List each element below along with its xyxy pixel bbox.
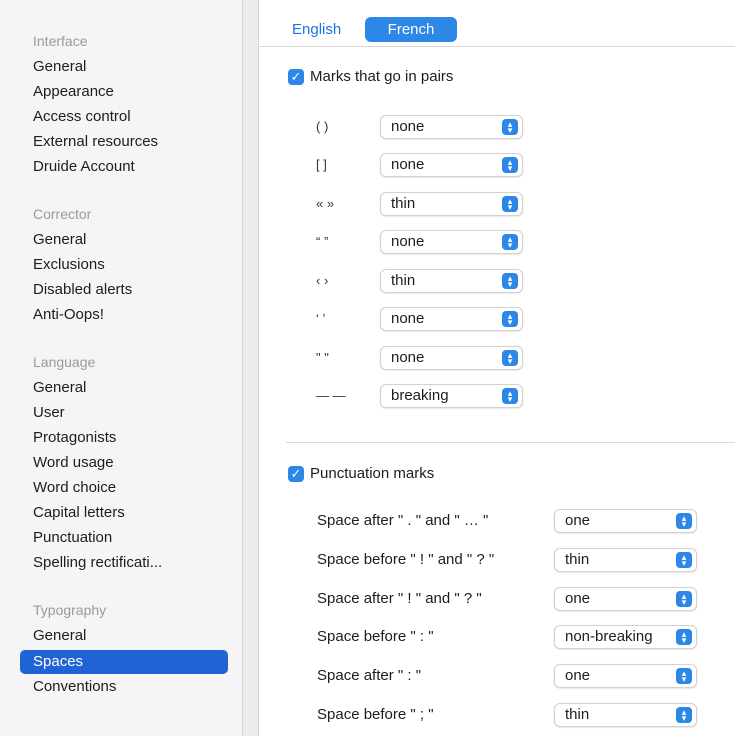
pair-select-dashes[interactable]: breaking ▴ ▾ <box>380 384 523 408</box>
punct-select-before-semicolon[interactable]: thin ▴ ▾ <box>554 703 697 727</box>
up-down-chevron-icon: ▴ ▾ <box>676 707 692 723</box>
pairs-checkbox[interactable]: ✓ <box>288 69 304 85</box>
up-down-chevron-icon: ▴ ▾ <box>502 119 518 135</box>
punctuation-checkbox-label: Punctuation marks <box>310 465 435 482</box>
up-down-chevron-icon: ▴ ▾ <box>502 196 518 212</box>
pair-mark-label: " " <box>316 350 329 365</box>
pair-mark-label: — — <box>316 388 346 403</box>
sidebar-item-appearance[interactable]: Appearance <box>20 80 228 104</box>
sidebar-item-anti-oops[interactable]: Anti-Oops! <box>20 303 228 327</box>
sidebar: Interface General Appearance Access cont… <box>0 0 242 736</box>
select-value: one <box>565 590 591 607</box>
pair-select-single-quotes[interactable]: none ▴ ▾ <box>380 307 523 331</box>
sidebar-item-word-choice[interactable]: Word choice <box>20 476 228 500</box>
pair-mark-label: ( ) <box>316 119 329 134</box>
punct-select-after-period[interactable]: one ▴ ▾ <box>554 509 697 533</box>
sidebar-item-typography-general[interactable]: General <box>20 624 228 648</box>
select-value: none <box>391 349 425 366</box>
punct-row-label: Space before " : " <box>317 628 434 645</box>
up-down-chevron-icon: ▴ ▾ <box>676 629 692 645</box>
punct-row-label: Space after " ! " and " ? " <box>317 590 482 607</box>
pair-mark-label: ‹ › <box>316 273 329 288</box>
sidebar-item-spaces[interactable]: Spaces <box>20 650 228 674</box>
sidebar-item-access-control[interactable]: Access control <box>20 105 228 129</box>
select-value: thin <box>565 551 590 568</box>
pairs-checkbox-label: Marks that go in pairs <box>310 68 454 85</box>
up-down-chevron-icon: ▴ ▾ <box>502 234 518 250</box>
sidebar-item-user[interactable]: User <box>20 401 228 425</box>
up-down-chevron-icon: ▴ ▾ <box>676 668 692 684</box>
punct-select-before-colon[interactable]: non-breaking ▴ ▾ <box>554 625 697 649</box>
up-down-chevron-icon: ▴ ▾ <box>502 388 518 404</box>
up-down-chevron-icon: ▴ ▾ <box>502 157 518 173</box>
sidebar-item-conventions[interactable]: Conventions <box>20 675 228 699</box>
pair-mark-label: [ ] <box>316 157 327 172</box>
sidebar-item-language-general[interactable]: General <box>20 376 228 400</box>
pair-mark-label: ‘ ’ <box>316 311 326 326</box>
sidebar-item-interface-general[interactable]: General <box>20 55 228 79</box>
sidebar-item-druide-account[interactable]: Druide Account <box>20 155 228 179</box>
select-value: one <box>565 667 591 684</box>
up-down-chevron-icon: ▴ ▾ <box>676 513 692 529</box>
up-down-chevron-icon: ▴ ▾ <box>502 273 518 289</box>
select-value: one <box>565 512 591 529</box>
sidebar-item-exclusions[interactable]: Exclusions <box>20 253 228 277</box>
up-down-chevron-icon: ▴ ▾ <box>676 552 692 568</box>
select-value: thin <box>391 195 416 212</box>
select-value: none <box>391 233 425 250</box>
select-value: none <box>391 118 425 135</box>
sidebar-group-language: Language <box>33 354 96 370</box>
up-down-chevron-icon: ▴ ▾ <box>676 591 692 607</box>
sidebar-item-capital-letters[interactable]: Capital letters <box>20 501 228 525</box>
pair-select-parentheses[interactable]: none ▴ ▾ <box>380 115 523 139</box>
split-divider[interactable] <box>242 0 259 736</box>
pair-select-straight-quotes[interactable]: none ▴ ▾ <box>380 346 523 370</box>
checkmark-icon: ✓ <box>290 69 302 84</box>
sidebar-item-corrector-general[interactable]: General <box>20 228 228 252</box>
pair-select-brackets[interactable]: none ▴ ▾ <box>380 153 523 177</box>
sidebar-item-word-usage[interactable]: Word usage <box>20 451 228 475</box>
punctuation-checkbox[interactable]: ✓ <box>288 466 304 482</box>
section-divider <box>286 442 735 443</box>
sidebar-group-corrector: Corrector <box>33 206 92 222</box>
sidebar-item-spelling-rectification[interactable]: Spelling rectificati... <box>20 551 228 575</box>
checkmark-icon: ✓ <box>290 466 302 481</box>
sidebar-item-protagonists[interactable]: Protagonists <box>20 426 228 450</box>
select-value: thin <box>565 706 590 723</box>
sidebar-group-interface: Interface <box>33 33 88 49</box>
up-down-chevron-icon: ▴ ▾ <box>502 311 518 327</box>
punct-row-label: Space after " . " and " … " <box>317 512 489 529</box>
sidebar-item-external-resources[interactable]: External resources <box>20 130 228 154</box>
punct-select-after-colon[interactable]: one ▴ ▾ <box>554 664 697 688</box>
select-value: none <box>391 310 425 327</box>
main-pane: English French ✓ Marks that go in pairs … <box>259 0 735 736</box>
up-down-chevron-icon: ▴ ▾ <box>502 350 518 366</box>
punct-row-label: Space after " : " <box>317 667 422 684</box>
punct-row-label: Space before " ; " <box>317 706 434 723</box>
pair-mark-label: « » <box>316 196 335 211</box>
tab-english[interactable]: English <box>292 17 358 42</box>
pair-select-single-guillemets[interactable]: thin ▴ ▾ <box>380 269 523 293</box>
select-value: thin <box>391 272 416 289</box>
punct-select-after-excl-question[interactable]: one ▴ ▾ <box>554 587 697 611</box>
select-value: none <box>391 156 425 173</box>
select-value: non-breaking <box>565 628 653 645</box>
punct-select-before-excl-question[interactable]: thin ▴ ▾ <box>554 548 697 572</box>
sidebar-item-disabled-alerts[interactable]: Disabled alerts <box>20 278 228 302</box>
punct-row-label: Space before " ! " and " ? " <box>317 551 495 568</box>
select-value: breaking <box>391 387 449 404</box>
tab-french[interactable]: French <box>365 17 457 42</box>
sidebar-item-punctuation[interactable]: Punctuation <box>20 526 228 550</box>
pair-mark-label: “ ” <box>316 234 329 249</box>
pair-select-guillemets[interactable]: thin ▴ ▾ <box>380 192 523 216</box>
tabs-divider <box>259 46 735 47</box>
pair-select-double-quotes[interactable]: none ▴ ▾ <box>380 230 523 254</box>
sidebar-group-typography: Typography <box>33 602 107 618</box>
